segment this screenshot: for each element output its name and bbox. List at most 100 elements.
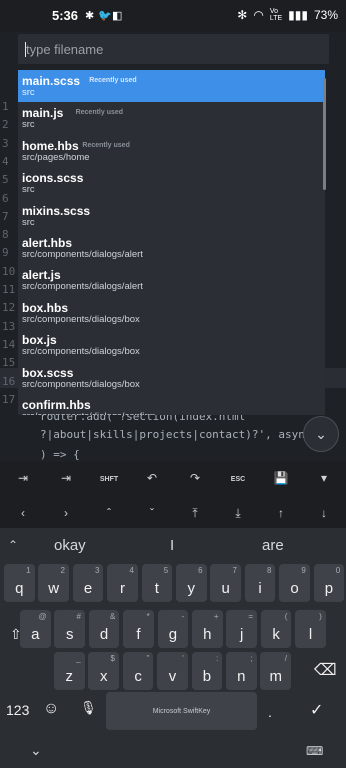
status-icons: ✻ ◠ Vo LTE ▮▮▮ 73%	[237, 8, 338, 22]
key-letter: u	[221, 580, 230, 597]
code-line[interactable]: ) => {	[40, 448, 80, 461]
redo-icon[interactable]: ↷	[180, 468, 210, 488]
file-path: src/components/dialogs/box	[22, 378, 140, 390]
file-item[interactable]: alert.js src/components/dialogs/alert	[18, 264, 325, 296]
filename-input[interactable]	[18, 40, 318, 58]
key-e[interactable]: 3e	[72, 564, 104, 602]
key-k[interactable]: (k	[260, 610, 292, 648]
key-symbol: _	[76, 654, 81, 663]
code-line[interactable]: ?|about|skills|projects|contact)?', asyn…	[40, 428, 312, 441]
key-p[interactable]: 0p	[313, 564, 345, 602]
key-b[interactable]: :b	[191, 652, 223, 690]
file-item[interactable]: main.js Recently used src	[18, 102, 325, 134]
list-scrollbar[interactable]	[323, 78, 326, 190]
key-w[interactable]: 2w	[38, 564, 69, 602]
file-item[interactable]: mixins.scss src	[18, 200, 325, 232]
key-o[interactable]: 9o	[279, 564, 310, 602]
file-item[interactable]: icons.scss src	[18, 167, 325, 199]
space-bar[interactable]: Microsoft SwiftKey	[106, 692, 257, 730]
key-symbol: )	[319, 612, 322, 621]
end-key[interactable]: ⤓	[223, 503, 253, 523]
key-symbol: $	[110, 654, 115, 663]
line-number: 17	[2, 392, 16, 406]
key-m[interactable]: / m	[260, 652, 291, 690]
key-symbol: *	[146, 612, 150, 621]
suggestion[interactable]: I	[170, 537, 174, 554]
file-item[interactable]: main.scss Recently used src	[18, 70, 325, 103]
enter-key[interactable]: ✓	[310, 700, 323, 720]
line-number: 3	[2, 136, 9, 150]
scroll-down-button[interactable]: ⌄	[303, 416, 339, 452]
microphone-icon[interactable]: 🎙	[80, 700, 97, 716]
suggestion[interactable]: are	[262, 537, 284, 554]
undo-icon[interactable]: ↶	[137, 468, 167, 488]
file-name: alert.js	[22, 268, 61, 283]
file-item[interactable]: box.hbs src/components/dialogs/box	[18, 297, 325, 329]
key-a[interactable]: @ a	[20, 610, 51, 648]
tab-key[interactable]: ⇥	[51, 468, 81, 488]
key-j[interactable]: = j	[226, 610, 257, 648]
key-v[interactable]: ' v	[157, 652, 188, 690]
key-z[interactable]: _ z	[54, 652, 85, 690]
shift-key[interactable]: SHFT	[94, 469, 124, 489]
key-i[interactable]: 8i	[244, 564, 276, 602]
key-s[interactable]: # s	[54, 610, 85, 648]
wifi-icon: ◠	[253, 8, 264, 22]
key-r[interactable]: 4r	[107, 564, 138, 602]
keyboard-switch-icon[interactable]: ⌨	[306, 744, 323, 758]
key-y[interactable]: 6y	[176, 564, 207, 602]
key-n[interactable]: ; n	[226, 652, 257, 690]
hide-keyboard-icon[interactable]: ⌄	[30, 742, 42, 759]
escape-key[interactable]: ESC	[223, 469, 253, 489]
key-letter: r	[119, 580, 125, 597]
notes-icon: ◧	[112, 10, 123, 22]
key-f[interactable]: * f	[123, 610, 154, 648]
file-path: src/components/dialogs/alert	[22, 281, 143, 293]
line-number: 5	[2, 173, 9, 187]
file-item[interactable]: confirm.hbssrc/components/dialogs/confir…	[18, 394, 325, 415]
key-letter: n	[237, 668, 246, 685]
key-d[interactable]: & d	[88, 610, 120, 648]
key-l[interactable]: ) l	[295, 610, 326, 648]
arrow-down-key[interactable]: ˇ	[137, 503, 167, 523]
line-number: 10	[2, 264, 16, 278]
emoji-icon[interactable]: ☺	[43, 700, 59, 718]
page-down-key[interactable]: ↓	[309, 503, 339, 523]
chevron-down-icon[interactable]: ▾	[309, 468, 339, 488]
key-h[interactable]: + h	[192, 610, 223, 648]
suggestion[interactable]: okay	[54, 537, 86, 554]
page-up-key[interactable]: ↑	[266, 503, 296, 523]
key-letter: v	[168, 668, 177, 685]
filename-search-box[interactable]	[18, 34, 329, 64]
arrow-right-key[interactable]: ›	[51, 503, 81, 523]
arrow-left-key[interactable]: ‹	[8, 503, 38, 523]
key-q[interactable]: 1q	[4, 564, 35, 602]
shift-icon[interactable]: ⇧	[10, 626, 22, 643]
line-number: 9	[2, 246, 9, 260]
key-x[interactable]: $ x	[88, 652, 119, 690]
key-t[interactable]: 5t	[141, 564, 173, 602]
tab-icon[interactable]: ⇥	[8, 468, 38, 488]
key-c[interactable]: " c	[122, 652, 154, 690]
save-icon[interactable]: 💾	[266, 468, 296, 488]
backspace-icon[interactable]: ⌫	[314, 660, 337, 680]
file-suggestion-list[interactable]: main.scss Recently used src main.js Recently…	[18, 70, 325, 415]
text-caret	[25, 42, 26, 57]
key-g[interactable]: -g	[157, 610, 189, 648]
twitter-icon: 🐦	[98, 10, 112, 22]
numbers-key[interactable]: 123	[6, 702, 29, 718]
file-item[interactable]: alert.hbs src/components/dialogs/alert	[18, 232, 325, 264]
home-key[interactable]: ⤒	[180, 503, 210, 523]
battery-level: 73%	[313, 8, 338, 22]
expand-icon[interactable]: ⌃	[8, 538, 18, 552]
file-item[interactable]: box.js src/components/dialogs/box	[18, 329, 325, 361]
file-item[interactable]: home.hbs Recently used src/pages/home	[18, 135, 325, 167]
period-key[interactable]: .	[268, 704, 272, 720]
file-path: src/components/dialogs/alert	[22, 248, 143, 260]
arrow-up-key[interactable]: ˆ	[94, 503, 124, 523]
key-letter: e	[83, 580, 93, 597]
file-item[interactable]: box.scss src/components/dialogs/box	[18, 362, 325, 394]
bluetooth-icon: ✻	[237, 8, 248, 22]
key-u[interactable]: 7u	[210, 564, 241, 602]
line-number: 12	[2, 301, 16, 315]
